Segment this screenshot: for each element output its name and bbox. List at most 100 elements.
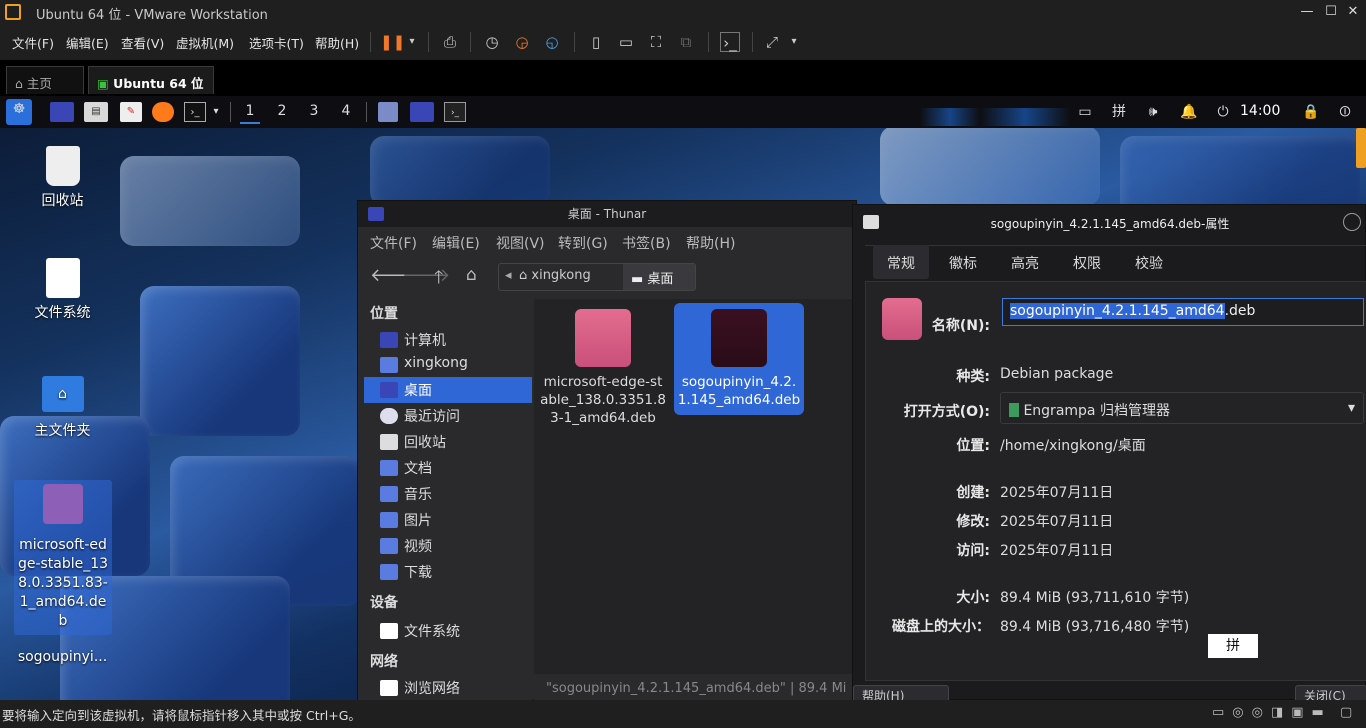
file-item-sogou[interactable]: sogoupinyin_4.2.1.145_amd64.deb: [674, 303, 804, 415]
thunar-menu-help[interactable]: 帮助(H): [686, 233, 735, 253]
name-label: 名称(N):: [931, 318, 990, 334]
desktop-icon-label: sogoupinyi...: [17, 649, 108, 665]
sidebar-item-filesystem[interactable]: 文件系统: [364, 618, 532, 644]
help-button[interactable]: 帮助(H): [853, 685, 949, 700]
maximize-button[interactable]: ☐: [1322, 3, 1340, 21]
vmware-status-bar: 要将输入定向到该虚拟机，请将鼠标指针移入其中或按 Ctrl+G。 ▭◎◎◨▣▬ …: [0, 700, 1366, 728]
menu-help[interactable]: 帮助(H): [315, 33, 359, 52]
sidebar-item-recent[interactable]: 最近访问: [364, 403, 532, 429]
snapshot-icon[interactable]: ◷: [482, 32, 502, 52]
show-desktop-icon[interactable]: [50, 102, 74, 122]
menu-file[interactable]: 文件(F): [12, 33, 54, 52]
input-method-icon[interactable]: 拼: [1108, 102, 1130, 122]
name-extension: .deb: [1224, 303, 1256, 319]
workspace-2[interactable]: 2: [272, 103, 292, 119]
path-left-arrow-icon[interactable]: ◂: [505, 268, 512, 283]
window-desktop-icon[interactable]: [410, 102, 434, 122]
sidebar-item-music[interactable]: 音乐: [364, 481, 532, 507]
tab-general[interactable]: 常规: [873, 245, 929, 279]
notification-icon[interactable]: 🔔: [1178, 102, 1200, 122]
home-icon[interactable]: ⌂: [466, 265, 477, 285]
thumbnail-icon[interactable]: ▭: [616, 32, 636, 52]
minimize-button[interactable]: —: [1298, 3, 1316, 21]
guest-scrollbar[interactable]: [1356, 128, 1366, 168]
sidebar-item-downloads[interactable]: 下载: [364, 559, 532, 585]
path-item-xingkong[interactable]: ⌂ xingkong: [519, 268, 591, 283]
sidebar-item-computer[interactable]: 计算机: [364, 327, 532, 353]
open-with-dropdown[interactable]: Engrampa 归档管理器 ▾: [1000, 392, 1364, 424]
lock-icon[interactable]: 🔒: [1300, 102, 1322, 122]
sidebar-item-home[interactable]: xingkong: [364, 352, 532, 378]
thunar-menu-go[interactable]: 转到(G): [558, 233, 608, 253]
chevron-down-icon[interactable]: ▾: [402, 32, 422, 52]
file-manager-icon[interactable]: ▤: [84, 102, 108, 122]
unity-icon[interactable]: ⧉: [676, 32, 696, 52]
sidebar-item-pictures[interactable]: 图片: [364, 507, 532, 533]
desktop-icon: [380, 382, 398, 398]
close-dialog-button[interactable]: 关闭(C): [1295, 685, 1366, 700]
menu-view[interactable]: 查看(V): [121, 33, 164, 52]
sidebar-item-desktop[interactable]: 桌面: [364, 377, 532, 403]
tab-home[interactable]: ⌂ 主页 ✕: [6, 66, 84, 107]
sidebar-toggle-icon[interactable]: ▯: [586, 32, 606, 52]
message-icon[interactable]: ▢: [1340, 705, 1352, 720]
sidebar-item-trash[interactable]: 回收站: [364, 429, 532, 455]
window-thunar-icon[interactable]: [378, 102, 398, 122]
terminal-icon[interactable]: ›_: [184, 102, 206, 122]
desktop-icon-home[interactable]: ⌂ 主文件夹: [0, 376, 125, 440]
device-icons[interactable]: ▭◎◎◨▣▬: [1212, 705, 1332, 720]
menu-tabs[interactable]: 选项卡(T): [249, 33, 304, 52]
thunar-menu-file[interactable]: 文件(F): [370, 233, 417, 253]
desktop-icon-edge-deb[interactable]: microsoft-edge-stable_138.0.3351.83-1_am…: [14, 480, 112, 635]
status-text: 要将输入定向到该虚拟机，请将鼠标指针移入其中或按 Ctrl+G。: [2, 708, 361, 723]
name-field[interactable]: sogoupinyin_4.2.1.145_amd64.deb: [1002, 298, 1364, 326]
firefox-icon[interactable]: [152, 102, 174, 122]
volume-icon[interactable]: 🕪: [1142, 102, 1164, 122]
thunar-menu-view[interactable]: 视图(V): [496, 233, 545, 253]
sidebar-item-videos[interactable]: 视频: [364, 533, 532, 559]
path-bar: ◂ ⌂ xingkong ▬ 桌面: [498, 263, 696, 291]
tab-highlight[interactable]: 高亮: [997, 245, 1053, 279]
console-icon[interactable]: ›_: [720, 32, 740, 52]
chevron-down-icon[interactable]: ▾: [784, 32, 804, 52]
pause-icon[interactable]: ❚❚: [380, 32, 405, 52]
tab-permissions[interactable]: 权限: [1059, 245, 1115, 279]
panel-clock[interactable]: 14:00: [1240, 103, 1280, 119]
workspace-1[interactable]: 1: [240, 103, 260, 124]
tab-checksums[interactable]: 校验: [1121, 245, 1177, 279]
modified-value: 2025年07月11日: [1000, 514, 1114, 530]
thunar-menu-edit[interactable]: 编辑(E): [432, 233, 480, 253]
snapshot-manager-icon[interactable]: ◵: [542, 32, 562, 52]
revert-snapshot-icon[interactable]: ◶: [512, 32, 532, 52]
path-item-desktop[interactable]: ▬ 桌面: [623, 264, 695, 290]
tab-ubuntu[interactable]: ▣ Ubuntu 64 位 ✕: [88, 66, 214, 107]
power-icon[interactable]: ⏻: [1212, 102, 1234, 122]
ime-indicator[interactable]: 拼: [1208, 634, 1258, 658]
tab-emblems[interactable]: 徽标: [935, 245, 991, 279]
fullscreen-icon[interactable]: ⛶: [646, 32, 666, 52]
menu-vm[interactable]: 虚拟机(M): [176, 33, 234, 52]
close-button[interactable]: ✕: [1344, 3, 1362, 21]
workspace-3[interactable]: 3: [304, 103, 324, 119]
sidebar-item-documents[interactable]: 文档: [364, 455, 532, 481]
window-terminal-icon[interactable]: ›_: [444, 102, 466, 122]
up-icon[interactable]: 🡑: [434, 265, 443, 295]
file-item-edge[interactable]: microsoft-edge-stable_138.0.3351.83-1_am…: [538, 303, 668, 433]
display-icon[interactable]: ▭: [1074, 102, 1096, 122]
sidebar-item-browse-network[interactable]: 浏览网络: [364, 675, 532, 697]
dialog-close-button[interactable]: [1343, 213, 1361, 231]
desktop-icon-trash[interactable]: 回收站: [0, 146, 125, 210]
workspace-4[interactable]: 4: [336, 103, 356, 119]
thunar-title: 桌面 - Thunar: [567, 207, 647, 221]
thunar-menu-bookmarks[interactable]: 书签(B): [622, 233, 671, 253]
text-editor-icon[interactable]: ✎: [120, 102, 142, 122]
desktop-icon-sogou-deb[interactable]: sogoupinyi...: [0, 649, 125, 665]
send-ctrl-alt-del-icon[interactable]: ⎙: [440, 32, 460, 52]
desktop-icon-filesystem[interactable]: 文件系统: [0, 258, 125, 322]
accessed-label: 访问:: [956, 543, 990, 559]
stretch-icon[interactable]: ⤢: [762, 32, 782, 52]
chevron-down-icon[interactable]: ▾: [208, 102, 224, 122]
logout-icon[interactable]: ⏼: [1334, 102, 1356, 122]
menu-edit[interactable]: 编辑(E): [66, 33, 109, 52]
app-menu-icon[interactable]: ☸: [6, 99, 32, 125]
